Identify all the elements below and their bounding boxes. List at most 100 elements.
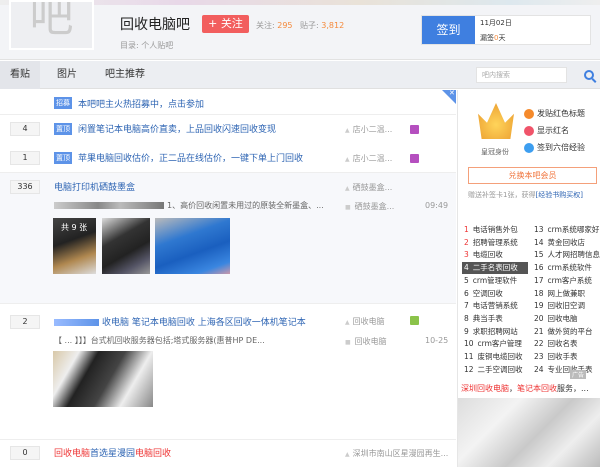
hot-search-item[interactable]: 5 crm管理软件 — [462, 275, 528, 287]
title-part: 首选星漫园 — [90, 449, 136, 459]
hot-label: 黄金回收店 — [547, 237, 586, 247]
hot-search-item[interactable]: 16 crm系统软件 — [532, 262, 600, 274]
forum-directory[interactable]: 目录: 个人贴吧 — [120, 40, 173, 51]
last-reply-author[interactable]: 硒鼓墨盒... — [345, 201, 395, 212]
perk-exp: 签到六倍经验 — [524, 142, 585, 153]
hot-search-item[interactable]: 15 人才网招聘信息 — [532, 249, 600, 261]
thread-author[interactable]: 店小二温... — [345, 153, 393, 164]
hot-search-item[interactable]: 9 求职招聘网站 — [462, 326, 528, 338]
sign-icon — [524, 142, 534, 153]
thread-title[interactable]: 回收电脑首选星漫园电脑回收 — [54, 446, 171, 459]
sign-in-button[interactable]: 签到 — [422, 16, 475, 44]
search-icon[interactable] — [584, 70, 594, 80]
external-link-icon[interactable] — [410, 125, 419, 134]
hot-label: 电话营销系统 — [472, 301, 518, 311]
hot-rank: 17 — [534, 275, 544, 285]
pinned-badge: 置顶 — [54, 123, 72, 135]
tab-recommended[interactable]: 吧主推荐 — [95, 61, 155, 89]
hot-label: 废铜电缆回收 — [477, 352, 523, 361]
post-count: 3,812 — [321, 21, 345, 30]
hot-label: 二手空调回收 — [477, 364, 523, 374]
image-count: 共 9 张 — [61, 223, 88, 232]
hot-search-item[interactable]: 17 crm客户系统 — [532, 275, 600, 287]
hot-search-item[interactable]: 8 典当手表 — [462, 313, 528, 325]
hot-label: 人才网招聘信息 — [547, 250, 600, 260]
thread-excerpt: 1、高价回收闲置未用过的原装全新墨盒、... — [54, 200, 324, 211]
perk-label: 显示红名 — [537, 126, 569, 135]
thread-author[interactable]: 硒鼓墨盒... — [345, 182, 393, 193]
search-input[interactable]: 吧内搜索 — [476, 67, 567, 83]
gift-link[interactable]: [经验书购买权] — [535, 191, 582, 199]
hot-rank: 2 — [464, 237, 469, 247]
exchange-membership-button[interactable]: 兑换本吧会员 — [468, 167, 597, 184]
hot-search-item[interactable]: 10 crm客户管理 — [462, 338, 528, 350]
hot-label: 回收名表 — [547, 339, 578, 349]
hot-search-item[interactable]: 1 电话销售外包 — [462, 224, 528, 236]
last-reply-author[interactable]: 回收电脑 — [345, 336, 387, 347]
thread-row: 1 置顶 苹果电脑回收估价，正二品在线估价，一键下单上门回收 店小二温... — [0, 144, 456, 173]
forum-logo: 吧 — [9, 0, 94, 50]
thread-author[interactable]: 深圳市南山区星漫园再生... — [345, 448, 449, 459]
hot-search-item[interactable]: 23 回收手表 — [532, 351, 600, 363]
close-icon[interactable]: ✕ — [449, 89, 455, 97]
hot-search-item[interactable]: 2 招聘管理系统 — [462, 237, 528, 249]
thread-title[interactable]: 收电脑 笔记本电脑回收 上海各区回收一体机笔记本 — [54, 315, 306, 328]
hot-search-item[interactable]: 21 做外贸的平台 — [532, 326, 600, 338]
thread-image[interactable]: 共 9 张 — [53, 218, 96, 274]
hot-search-item[interactable]: 18 网上做兼职 — [532, 288, 600, 300]
title-text: 收电脑 笔记本电脑回收 上海各区回收一体机笔记本 — [102, 318, 306, 328]
hot-search-item[interactable]: 24专业回收手表 — [532, 364, 600, 376]
hot-label: 招聘管理系统 — [472, 237, 518, 247]
hot-rank: 18 — [534, 288, 544, 298]
hot-label: crm管理软件 — [472, 275, 518, 285]
hot-rank: 11 — [464, 352, 474, 361]
hot-search-item[interactable]: 3 电缆回收 — [462, 249, 528, 261]
hot-search-item[interactable]: 20 回收电脑 — [532, 313, 600, 325]
gift-label: 赠送补签卡1张，获得 — [468, 191, 536, 199]
ad-text-part: 深圳回收电脑 — [461, 384, 509, 393]
title-part: 回收电脑 — [54, 449, 91, 459]
ad-image[interactable] — [458, 398, 600, 467]
follow-stat-label: 关注: — [256, 21, 275, 30]
hot-label: crm系统软件 — [547, 263, 592, 273]
sign-date: 11月02日 — [480, 19, 512, 27]
ad-text-part: 笔记本回收 — [517, 384, 557, 393]
tab-images[interactable]: 图片 — [47, 61, 87, 89]
hot-search-item[interactable]: 12 二手空调回收 — [462, 364, 528, 376]
hot-search-item[interactable]: 4 二手名表回收 — [462, 262, 528, 275]
tab-posts[interactable]: 看贴 — [0, 61, 40, 89]
hot-search-item[interactable]: 6 空调回收 — [462, 288, 528, 300]
hot-search-item[interactable]: 11 废铜电缆回收 — [462, 351, 528, 363]
hot-search-item[interactable]: 7 电话营销系统 — [462, 300, 528, 312]
hot-search-item[interactable]: 14 黄金回收店 — [532, 237, 600, 249]
ad-text[interactable]: 深圳回收电脑，笔记本回收服务，... — [461, 383, 589, 394]
hot-search-item[interactable]: 13 crm系统哪家好 — [532, 224, 600, 236]
hot-search-item[interactable]: 22 回收名表 — [532, 338, 600, 350]
thread-image[interactable] — [102, 218, 150, 274]
missed-prefix: 漏签 — [480, 34, 494, 42]
ad-tag: 广告 — [570, 370, 587, 379]
thread-title[interactable]: 苹果电脑回收估价，正二品在线估价，一键下单上门回收 — [78, 151, 303, 164]
thread-author[interactable]: 回收电脑 — [345, 316, 385, 327]
follow-count: 295 — [277, 21, 293, 30]
hot-label: 空调回收 — [472, 288, 503, 298]
thread-author[interactable]: 店小二温... — [345, 124, 393, 135]
thread-image[interactable] — [53, 351, 153, 407]
thread-list: 招募 本吧吧主火热招募中，点击参加 4 置顶 闲置笔记本电脑高价直卖，上品回收闪… — [0, 90, 456, 467]
follow-button[interactable]: + 关注 — [202, 15, 249, 33]
thread-title[interactable]: 本吧吧主火热招募中，点击参加 — [78, 97, 204, 110]
reply-count: 0 — [10, 446, 40, 460]
reply-time: 10-25 — [425, 336, 449, 345]
thread-image[interactable] — [155, 218, 230, 274]
thread-title[interactable]: 电脑打印机硒鼓墨盒 — [54, 180, 135, 193]
crown-label: 皇冠身份 — [481, 148, 509, 156]
blurred-text — [54, 319, 99, 326]
ad-text-part: 服务，... — [557, 384, 589, 393]
post-stat: 贴子: 3,812 — [300, 20, 344, 31]
hot-label: 二手名表回收 — [472, 263, 518, 273]
thread-title[interactable]: 闲置笔记本电脑高价直卖，上品回收闪速回收变现 — [78, 122, 276, 135]
hot-rank: 7 — [464, 301, 469, 311]
external-link-icon[interactable] — [410, 154, 419, 163]
hot-search-item[interactable]: 19 回收旧空调 — [532, 300, 600, 312]
reply-count: 4 — [10, 122, 40, 136]
